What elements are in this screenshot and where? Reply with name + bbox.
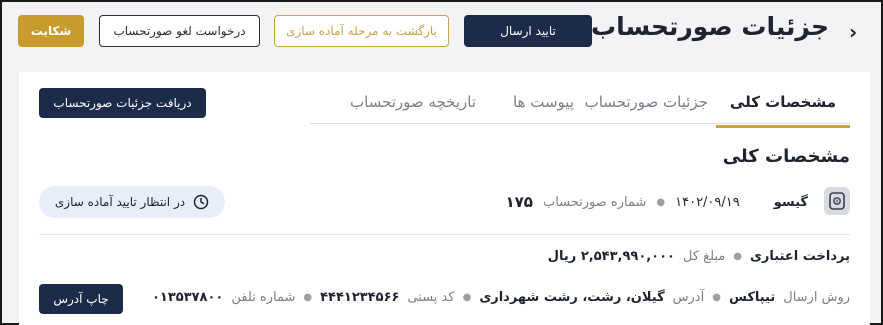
cancel-invoice-request-button[interactable]: درخواست لغو صورتحساب bbox=[99, 15, 260, 47]
page-title: جزئیات صورتحساب bbox=[591, 12, 829, 41]
tab-attachments[interactable]: پیوست ها bbox=[499, 88, 588, 124]
total-label: مبلغ کل bbox=[683, 249, 726, 264]
address-label: آدرس bbox=[672, 290, 705, 305]
invoice-summary-row: گیسو ۱۴۰۲/۰۹/۱۹ ● شماره صورتحساب ۱۷۵ bbox=[505, 193, 808, 211]
invoice-number: ۱۷۵ bbox=[505, 193, 533, 211]
download-details-button[interactable]: دریافت جزئیات صورتحساب bbox=[39, 88, 206, 118]
invoice-date: ۱۴۰۲/۰۹/۱۹ bbox=[675, 194, 740, 210]
status-text: در انتظار تایید آماده سازی bbox=[54, 195, 186, 209]
separator-dot: ● bbox=[733, 251, 743, 262]
total-value: ۲,۵۴۳,۹۹۰,۰۰۰ ریال bbox=[547, 249, 675, 264]
separator-dot: ● bbox=[462, 292, 472, 303]
shipping-method-label: روش ارسال bbox=[783, 290, 850, 305]
separator-dot: ● bbox=[712, 292, 721, 303]
address-value: گیلان، رشت، رشت شهرداری bbox=[479, 290, 665, 305]
phone-label: شماره تلفن bbox=[231, 290, 296, 305]
print-address-button[interactable]: چاپ آدرس bbox=[39, 284, 123, 314]
invoice-number-label: شماره صورتحساب bbox=[542, 194, 647, 210]
separator-dot: ● bbox=[656, 196, 666, 208]
status-badge: در انتظار تایید آماده سازی bbox=[39, 186, 225, 218]
company-logo-icon bbox=[824, 187, 850, 215]
separator-dot: ● bbox=[303, 292, 313, 303]
page-header: › جزئیات صورتحساب تایید ارسال بازگشت به … bbox=[2, 2, 881, 74]
company-name: گیسو bbox=[773, 194, 808, 210]
payment-type: پرداخت اعتباری bbox=[750, 249, 850, 264]
back-chevron-icon[interactable]: › bbox=[849, 20, 863, 44]
confirm-send-button[interactable]: تایید ارسال bbox=[464, 15, 592, 47]
tab-history[interactable]: تاریخچه صورتحساب bbox=[336, 88, 490, 124]
payment-row: پرداخت اعتباری ● مبلغ کل ۲,۵۴۳,۹۹۰,۰۰۰ ر… bbox=[548, 249, 850, 264]
shipping-row: روش ارسال تیپاکس ● آدرس گیلان، رشت، رشت … bbox=[152, 290, 850, 305]
postal-code-label: کد پستی bbox=[407, 290, 455, 305]
postal-code-value: ۴۴۴۱۲۳۴۵۶۶ bbox=[320, 290, 400, 305]
return-to-preparation-button[interactable]: بازگشت به مرحله آماده سازی bbox=[274, 15, 449, 47]
tab-bar: مشخصات کلی جزئیات صورتحساب پیوست ها تاری… bbox=[310, 84, 850, 128]
invoice-card: مشخصات کلی جزئیات صورتحساب پیوست ها تاری… bbox=[19, 72, 870, 325]
section-title: مشخصات کلی bbox=[722, 146, 850, 167]
divider bbox=[39, 234, 850, 235]
tab-invoice-details[interactable]: جزئیات صورتحساب bbox=[571, 88, 722, 124]
clock-icon bbox=[193, 194, 209, 210]
tab-general[interactable]: مشخصات کلی bbox=[715, 88, 850, 128]
complaint-button[interactable]: شکایت bbox=[18, 15, 84, 47]
phone-value: ۰۱۳۵۳۷۸۰۰ bbox=[151, 290, 224, 305]
shipping-method: تیپاکس bbox=[728, 290, 776, 305]
